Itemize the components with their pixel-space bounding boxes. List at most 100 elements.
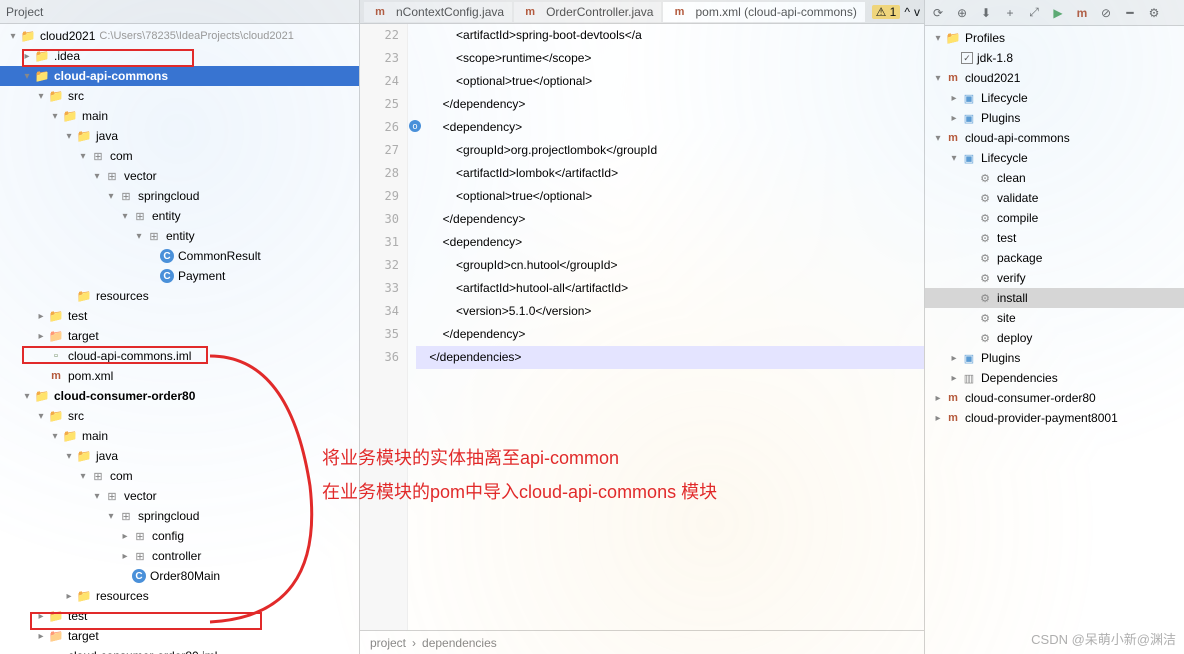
- arrow-icon[interactable]: [947, 153, 961, 164]
- maven-row[interactable]: test: [925, 228, 1184, 248]
- tree-row[interactable]: com: [0, 466, 359, 486]
- arrow-icon[interactable]: [76, 471, 90, 482]
- tree-row[interactable]: .idea: [0, 46, 359, 66]
- arrow-icon[interactable]: [104, 191, 118, 202]
- tree-row[interactable]: pom.xml: [0, 366, 359, 386]
- code-line[interactable]: <dependency>: [416, 116, 924, 139]
- code-line[interactable]: <optional>true</optional>: [416, 185, 924, 208]
- maven-icon[interactable]: m: [1073, 4, 1091, 22]
- arrow-icon[interactable]: [931, 393, 945, 404]
- arrow-icon[interactable]: [118, 211, 132, 222]
- settings-icon[interactable]: ⚙: [1145, 4, 1163, 22]
- code-line[interactable]: <dependency>: [416, 231, 924, 254]
- plus-icon[interactable]: +: [1001, 4, 1019, 22]
- arrow-icon[interactable]: [104, 511, 118, 522]
- maven-row[interactable]: Plugins: [925, 348, 1184, 368]
- tree-row[interactable]: src: [0, 406, 359, 426]
- arrow-icon[interactable]: [118, 531, 132, 542]
- code-line[interactable]: <scope>runtime</scope>: [416, 47, 924, 70]
- code-line[interactable]: <artifactId>spring-boot-devtools</a: [416, 24, 924, 47]
- tree-row[interactable]: java: [0, 126, 359, 146]
- maven-row[interactable]: Dependencies: [925, 368, 1184, 388]
- tree-row[interactable]: cloud-api-commons: [0, 66, 359, 86]
- maven-row[interactable]: Lifecycle: [925, 88, 1184, 108]
- breadcrumb-item[interactable]: project: [370, 636, 406, 650]
- code-line[interactable]: <optional>true</optional>: [416, 70, 924, 93]
- next-icon[interactable]: v: [914, 5, 920, 19]
- tree-row[interactable]: cloud-consumer-order80: [0, 386, 359, 406]
- arrow-icon[interactable]: [931, 33, 945, 44]
- code-line[interactable]: <artifactId>hutool-all</artifactId>: [416, 277, 924, 300]
- collapse-icon[interactable]: ━: [1121, 4, 1139, 22]
- code-line[interactable]: </dependency>: [416, 93, 924, 116]
- arrow-icon[interactable]: [62, 131, 76, 142]
- arrow-icon[interactable]: [34, 91, 48, 102]
- maven-toolbar[interactable]: ⟳ ⊕ ⬇ + ⤢ ▶ m ⊘ ━ ⚙: [925, 0, 1184, 26]
- maven-row[interactable]: cloud-api-commons: [925, 128, 1184, 148]
- project-tree[interactable]: cloud2021 C:\Users\78235\IdeaProjects\cl…: [0, 24, 359, 654]
- tree-row[interactable]: Payment: [0, 266, 359, 286]
- maven-row[interactable]: package: [925, 248, 1184, 268]
- download-icon[interactable]: ⬇: [977, 4, 995, 22]
- tree-row[interactable]: cloud-consumer-order80.iml: [0, 646, 359, 654]
- generate-icon[interactable]: ⊕: [953, 4, 971, 22]
- tree-row[interactable]: src: [0, 86, 359, 106]
- tree-row[interactable]: CommonResult: [0, 246, 359, 266]
- skip-tests-icon[interactable]: ⊘: [1097, 4, 1115, 22]
- arrow-icon[interactable]: [947, 113, 961, 124]
- arrow-icon[interactable]: [6, 31, 20, 42]
- code-editor[interactable]: 2223242526o27282930313233343536 <artifac…: [360, 24, 924, 630]
- editor-tab[interactable]: nContextConfig.java: [364, 2, 512, 22]
- tree-row[interactable]: java: [0, 446, 359, 466]
- arrow-icon[interactable]: [34, 411, 48, 422]
- maven-row[interactable]: verify: [925, 268, 1184, 288]
- arrow-icon[interactable]: [931, 73, 945, 84]
- tree-row[interactable]: main: [0, 106, 359, 126]
- code-area[interactable]: <artifactId>spring-boot-devtools</a <sco…: [408, 24, 924, 630]
- arrow-icon[interactable]: [132, 231, 146, 242]
- tree-row[interactable]: cloud-api-commons.iml: [0, 346, 359, 366]
- arrow-icon[interactable]: [62, 591, 76, 602]
- tree-row[interactable]: main: [0, 426, 359, 446]
- arrow-icon[interactable]: [20, 71, 34, 82]
- tree-row[interactable]: config: [0, 526, 359, 546]
- arrow-icon[interactable]: [947, 373, 961, 384]
- arrow-icon[interactable]: [20, 391, 34, 402]
- arrow-icon[interactable]: [931, 133, 945, 144]
- code-line[interactable]: </dependencies>: [416, 346, 924, 369]
- tree-row[interactable]: springcloud: [0, 506, 359, 526]
- arrow-icon[interactable]: [90, 491, 104, 502]
- maven-row[interactable]: Plugins: [925, 108, 1184, 128]
- expand-icon[interactable]: ⤢: [1025, 4, 1043, 22]
- maven-row[interactable]: cloud2021: [925, 68, 1184, 88]
- editor-tab[interactable]: OrderController.java: [514, 2, 661, 22]
- tree-row[interactable]: target: [0, 626, 359, 646]
- code-line[interactable]: <artifactId>lombok</artifactId>: [416, 162, 924, 185]
- arrow-icon[interactable]: [48, 431, 62, 442]
- arrow-icon[interactable]: [931, 413, 945, 424]
- maven-row[interactable]: install: [925, 288, 1184, 308]
- prev-icon[interactable]: ^: [904, 5, 910, 19]
- maven-row[interactable]: compile: [925, 208, 1184, 228]
- checkbox[interactable]: ✓: [961, 52, 973, 64]
- maven-row[interactable]: site: [925, 308, 1184, 328]
- reload-icon[interactable]: ⟳: [929, 4, 947, 22]
- code-line[interactable]: <groupId>cn.hutool</groupId>: [416, 254, 924, 277]
- breadcrumb-item[interactable]: dependencies: [422, 636, 497, 650]
- maven-row[interactable]: cloud-consumer-order80: [925, 388, 1184, 408]
- arrow-icon[interactable]: [20, 51, 34, 62]
- tree-row[interactable]: target: [0, 326, 359, 346]
- arrow-icon[interactable]: [947, 353, 961, 364]
- warning-badge[interactable]: ⚠ 1: [872, 5, 901, 19]
- code-line[interactable]: </dependency>: [416, 323, 924, 346]
- maven-row[interactable]: Lifecycle: [925, 148, 1184, 168]
- tree-row[interactable]: test: [0, 306, 359, 326]
- arrow-icon[interactable]: [118, 551, 132, 562]
- tree-row[interactable]: controller: [0, 546, 359, 566]
- run-icon[interactable]: ▶: [1049, 4, 1067, 22]
- code-line[interactable]: </dependency>: [416, 208, 924, 231]
- tree-row[interactable]: resources: [0, 586, 359, 606]
- tree-row[interactable]: com: [0, 146, 359, 166]
- maven-row[interactable]: ✓jdk-1.8: [925, 48, 1184, 68]
- arrow-icon[interactable]: [34, 311, 48, 322]
